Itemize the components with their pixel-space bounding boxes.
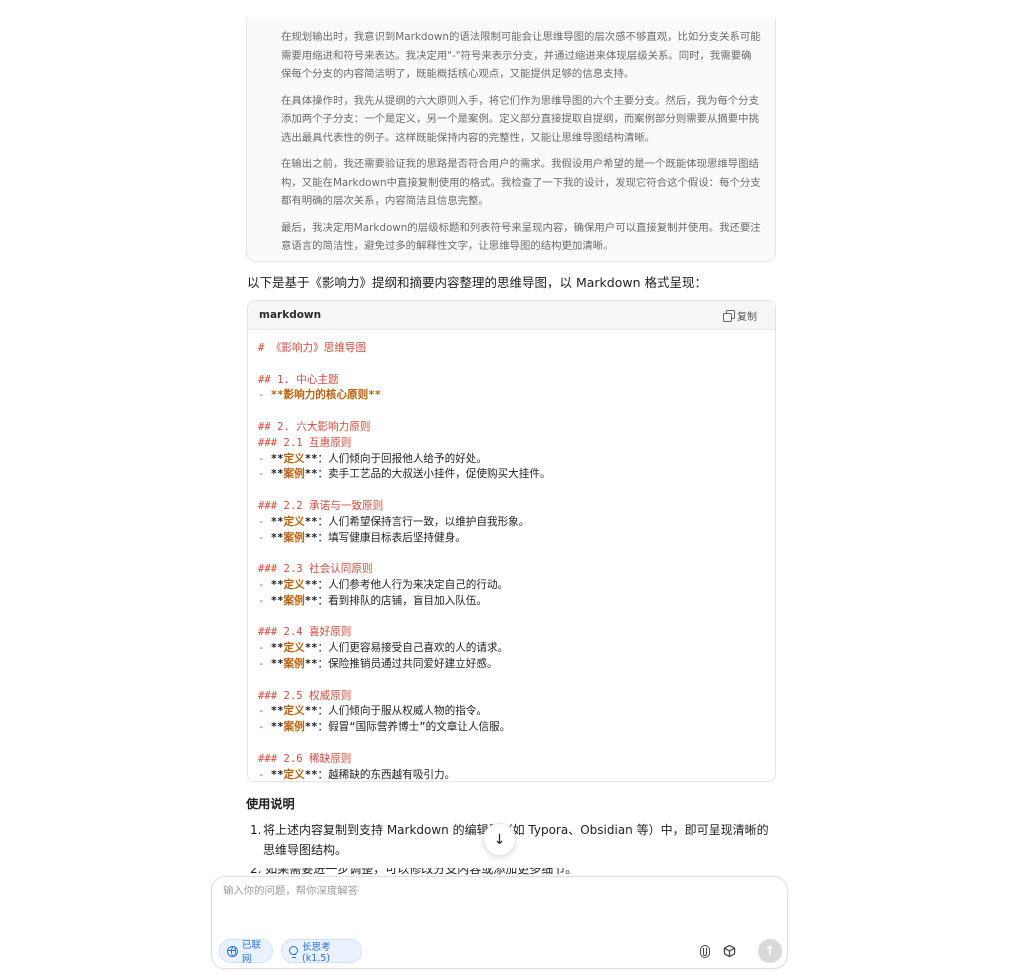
answer-intro: 以下是基于《影响力》提纲和摘要内容整理的思维导图，以 Markdown 格式呈现… [247, 275, 707, 290]
code-line-heading: ### 2.6 稀缺原则 [258, 752, 352, 765]
copy-label: 复制 [737, 311, 757, 323]
long-think-toggle[interactable]: 长思考 (k1.5) [281, 939, 362, 964]
send-button[interactable]: ↑ [758, 939, 782, 963]
code-line-heading: ### 2.5 权威原则 [258, 689, 352, 702]
code-line-item: - **案例**：假冒“国际营养博士”的文章让人信服。 [258, 721, 511, 734]
code-line-core: - **影响力的核心原则** [258, 389, 382, 402]
code-line-item: - **案例**：卖手工艺品的大叔送小挂件，促使购买大挂件。 [258, 468, 551, 481]
code-content: # 《影响力》思维导图 ## 1. 中心主题 - **影响力的核心原则** ##… [248, 330, 775, 781]
usage-title: 使用说明 [246, 797, 295, 811]
code-line-section: ## 2. 六大影响力原则 [258, 420, 371, 433]
arrow-down-icon: ↓ [493, 831, 506, 848]
code-line-item: - **案例**：看到排队的店铺，盲目加入队伍。 [258, 594, 487, 607]
thinking-panel: 在规划输出时，我意识到Markdown的语法限制可能会让思维导图的层次感不够直观… [246, 18, 776, 262]
code-line-section: ## 1. 中心主题 [258, 373, 339, 386]
code-line-item: - **定义**：人们倾向于回报他人给予的好处。 [258, 452, 487, 465]
paperclip-icon[interactable] [700, 945, 710, 958]
code-line-item: - **案例**：保险推销员通过共同爱好建立好感。 [258, 657, 498, 670]
code-line-heading: ### 2.2 承诺与一致原则 [258, 499, 384, 512]
arrow-up-icon: ↑ [764, 943, 776, 959]
globe-icon [227, 945, 238, 957]
chat-input[interactable] [223, 885, 673, 897]
code-line-item: - **定义**：人们更容易接受自己喜欢的人的请求。 [258, 642, 509, 655]
thinking-paragraph: 最后，我决定用Markdown的层级标题和列表符号来呈现内容，确保用户可以直接复… [281, 221, 761, 253]
thinking-paragraph: 在具体操作时，我先从提纲的六大原则入手，将它们作为思维导图的六个主要分支。然后，… [281, 94, 759, 144]
code-line-item: - **定义**：越稀缺的东西越有吸引力。 [258, 768, 456, 781]
thinking-paragraph: 在输出之前，我还需要验证我的思路是否符合用户的需求。我假设用户希望的是一个既能体… [281, 158, 761, 207]
code-line-heading: ### 2.3 社会认同原则 [258, 563, 373, 576]
code-line-item: - **定义**：人们倾向于服从权威人物的指令。 [258, 705, 487, 718]
web-search-label: 已联网 [242, 940, 262, 965]
principles-list: ### 2.1 互惠原则 - **定义**：人们倾向于回报他人给予的好处。 - **… [258, 436, 765, 781]
scroll-down-button[interactable]: ↓ [483, 823, 516, 856]
code-language: markdown [259, 309, 322, 321]
thinking-paragraph: 在规划输出时，我意识到Markdown的语法限制可能会让思维导图的层次感不够直观… [281, 31, 761, 80]
copy-icon [723, 310, 735, 322]
lightbulb-icon [289, 945, 298, 958]
code-line-title: # 《影响力》思维导图 [258, 342, 367, 354]
copy-button[interactable]: 复制 [723, 308, 757, 323]
code-line-heading: ### 2.1 互惠原则 [258, 436, 352, 449]
code-line-item: - **定义**：人们希望保持言行一致，以维护自我形象。 [258, 515, 530, 528]
long-think-label: 长思考 (k1.5) [302, 941, 331, 964]
code-line-heading: ### 2.4 喜好原则 [258, 626, 352, 639]
code-line-item: - **案例**：填写健康目标表后坚持健身。 [258, 531, 466, 544]
code-block: markdown 复制 # 《影响力》思维导图 ## 1. 中心主题 - **影… [247, 300, 776, 782]
web-search-toggle[interactable]: 已联网 [219, 939, 273, 965]
code-line-item: - **定义**：人们参考他人行为来决定自己的行动。 [258, 578, 509, 591]
code-header: markdown 复制 [248, 301, 775, 330]
chat-input-box: 已联网 长思考 (k1.5) ↑ [211, 876, 788, 969]
cube-icon[interactable] [723, 944, 736, 958]
